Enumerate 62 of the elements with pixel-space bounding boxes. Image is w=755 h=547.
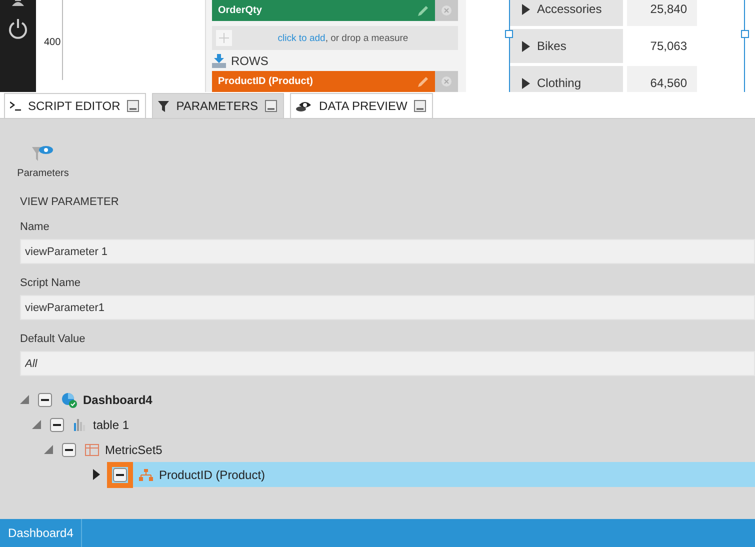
input-field[interactable]: viewParameter 1 xyxy=(20,239,755,264)
tree-row[interactable]: table 1 xyxy=(0,412,755,437)
close-icon xyxy=(441,5,452,16)
terminal-icon xyxy=(10,101,21,111)
section-header: ROWS xyxy=(231,54,268,68)
measure-pill[interactable]: OrderQty xyxy=(212,0,435,21)
eye-icon xyxy=(296,100,312,112)
table-cell[interactable]: Accessories xyxy=(510,0,623,26)
user-icon[interactable] xyxy=(11,0,25,6)
axis-label: 400 xyxy=(44,37,61,48)
filter-eye-icon xyxy=(32,144,54,162)
tab-label: SCRIPT EDITOR xyxy=(28,99,120,113)
field-label: Script Name xyxy=(20,277,82,290)
pie-chart-icon xyxy=(61,392,77,408)
field-label: Default Value xyxy=(20,333,86,346)
panel-tab[interactable]: DATA PREVIEW xyxy=(290,93,434,118)
collapse-arrow-icon[interactable] xyxy=(20,395,29,404)
resize-handle[interactable] xyxy=(741,30,749,38)
expand-arrow-icon[interactable] xyxy=(522,4,530,14)
close-icon xyxy=(441,76,452,87)
row-label: Clothing xyxy=(537,76,582,90)
tree-label: ProductID (Product) xyxy=(159,468,266,482)
expand-arrow-icon[interactable] xyxy=(522,40,530,52)
table-cell[interactable]: Clothing xyxy=(510,66,623,92)
expand-arrow-icon[interactable] xyxy=(92,469,101,480)
checkbox-icon[interactable] xyxy=(50,418,64,432)
tree-label: table 1 xyxy=(93,418,130,432)
tree-label: MetricSet5 xyxy=(105,442,162,456)
checkbox-icon[interactable] xyxy=(38,392,52,406)
collapse-arrow-icon[interactable] xyxy=(32,420,41,429)
collapse-arrow-icon[interactable] xyxy=(44,445,53,454)
section-title: VIEW PARAMETER xyxy=(20,196,120,208)
field-label: Name xyxy=(20,221,50,234)
expand-arrow-icon[interactable] xyxy=(522,78,530,88)
checkbox-icon[interactable] xyxy=(113,468,127,482)
power-icon[interactable] xyxy=(8,18,28,40)
panel-toggle-icon[interactable] xyxy=(127,100,140,112)
tab-label: DATA PREVIEW xyxy=(319,99,408,113)
input-field[interactable]: viewParameter1 xyxy=(20,295,755,320)
grid-icon xyxy=(85,444,99,456)
table-cell[interactable]: Bikes xyxy=(510,29,623,63)
table-cell: 64,560 xyxy=(627,66,697,92)
checkbox-icon[interactable] xyxy=(62,442,76,456)
table-cell: 25,840 xyxy=(627,0,697,26)
parameters-button[interactable]: Parameters xyxy=(8,144,78,179)
filter-icon xyxy=(158,100,170,112)
row-label: Bikes xyxy=(537,39,566,53)
resize-handle[interactable] xyxy=(505,30,513,38)
add-prompt: click to add, or drop a measure xyxy=(276,32,410,44)
tree-row[interactable]: Dashboard4 xyxy=(0,387,755,412)
tab-label: PARAMETERS xyxy=(176,99,258,113)
hierarchy-icon xyxy=(139,468,153,480)
tree-row[interactable]: MetricSet5 xyxy=(0,437,755,462)
bar-chart-icon xyxy=(73,418,87,430)
panel-tab[interactable]: PARAMETERS xyxy=(152,93,284,118)
panel-toggle-icon[interactable] xyxy=(414,100,426,112)
download-icon xyxy=(212,54,226,68)
row-label: Accessories xyxy=(537,2,602,16)
panel-tab[interactable]: SCRIPT EDITOR xyxy=(4,93,146,118)
table-widget[interactable]: Accessories 25,840 Bikes 75,063 Clothing 64,560 xyxy=(509,0,745,92)
panel-toggle-icon[interactable] xyxy=(265,100,278,112)
tree-label: Dashboard4 xyxy=(83,392,152,406)
